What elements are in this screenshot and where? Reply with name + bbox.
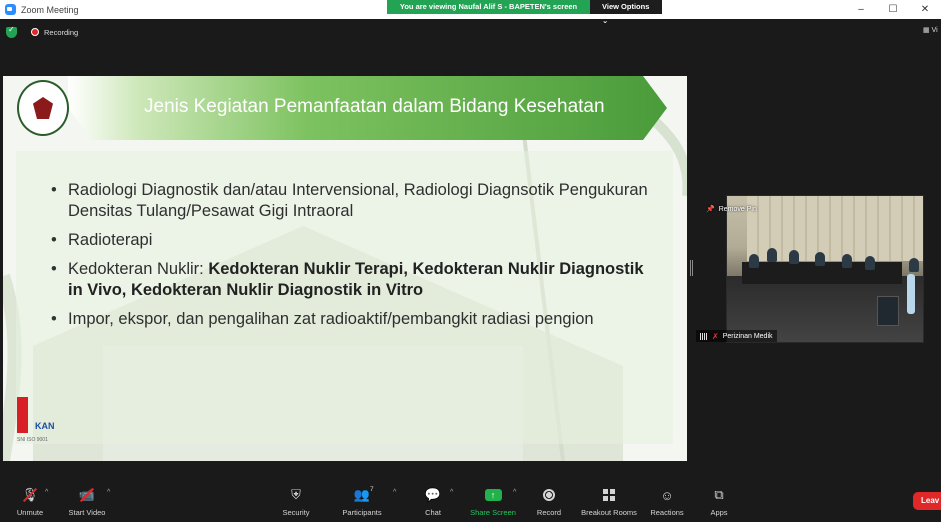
- bullet-text: Radiologi Diagnostik dan/atau Intervensi…: [68, 181, 648, 220]
- unmute-label: Unmute: [16, 508, 44, 517]
- minimize-icon[interactable]: –: [845, 0, 877, 19]
- pin-icon: 📌: [706, 206, 715, 213]
- view-button[interactable]: ▦ Vi: [923, 26, 941, 34]
- video-monitor: [877, 296, 899, 326]
- zoom-app-icon: [5, 4, 16, 15]
- bullet-item: Radiologi Diagnostik dan/atau Intervensi…: [51, 180, 651, 222]
- video-person: [789, 250, 799, 264]
- participants-caret-icon[interactable]: ^: [393, 489, 396, 496]
- security-shield-icon: ⛨: [291, 487, 301, 502]
- bullet-text: Impor, ekspor, dan pengalihan zat radioa…: [68, 310, 594, 328]
- leave-button[interactable]: Leav: [913, 492, 941, 510]
- participant-video-tile[interactable]: [726, 195, 924, 343]
- video-person: [842, 254, 852, 268]
- unmute-button[interactable]: 🎙 Unmute ^: [0, 487, 60, 521]
- meeting-status-row: Recording ▦ Vi: [0, 22, 941, 42]
- participants-label: Participants: [342, 508, 382, 517]
- signal-bars-icon: [700, 332, 708, 340]
- close-icon[interactable]: ✕: [909, 0, 941, 19]
- certification-logo: KAN SNI ISO 9001: [17, 397, 65, 457]
- security-button[interactable]: ⛨ Security: [266, 487, 326, 521]
- bullet-item: Radioterapi: [51, 230, 651, 251]
- breakout-rooms-label: Breakout Rooms: [581, 508, 637, 517]
- recording-dot-icon: [31, 28, 39, 36]
- video-camera-off-icon: 📹: [79, 487, 95, 503]
- audio-options-caret-icon[interactable]: ^: [45, 489, 48, 496]
- participant-name-bar: ✗ Perizinan Medik: [696, 330, 777, 342]
- view-label: Vi: [931, 27, 938, 34]
- participants-button[interactable]: 👥 7 Participants ^: [332, 486, 396, 521]
- chat-caret-icon[interactable]: ^: [450, 489, 453, 496]
- bullet-item: Impor, ekspor, dan pengalihan zat radioa…: [51, 309, 651, 330]
- view-grid-icon: ▦: [923, 27, 930, 34]
- reactions-label: Reactions: [650, 508, 684, 517]
- mic-muted-icon: ✗: [712, 331, 719, 341]
- apps-label: Apps: [710, 508, 728, 517]
- bapeten-logo: [17, 80, 69, 136]
- video-person: [909, 258, 919, 272]
- breakout-rooms-grid-icon: [603, 487, 615, 503]
- viewing-banner: You are viewing Naufal Alif S - BAPETEN'…: [387, 0, 662, 25]
- reactions-smiley-icon: ☺: [660, 487, 674, 503]
- apps-icon: ⧉: [714, 487, 724, 502]
- video-person: [749, 254, 759, 268]
- record-icon: [543, 487, 555, 503]
- chat-button[interactable]: 💬 Chat ^: [403, 487, 463, 521]
- window-title: Zoom Meeting: [21, 4, 79, 15]
- window-controls: – ☐ ✕: [845, 0, 941, 19]
- bullet-text: Radioterapi: [68, 231, 153, 249]
- cert-red-bar: [17, 397, 28, 433]
- bullet-item: Kedokteran Nuklir: Kedokteran Nuklir Ter…: [51, 259, 651, 301]
- start-video-label: Start Video: [68, 508, 106, 517]
- chat-bubble-icon: 💬: [424, 487, 442, 502]
- shared-screen-slide: Jenis Kegiatan Pemanfaatan dalam Bidang …: [3, 76, 687, 461]
- slide-bullet-list: Radiologi Diagnostik dan/atau Intervensi…: [51, 180, 651, 338]
- participants-count: 7: [370, 486, 374, 493]
- meeting-toolbar: 🎙 Unmute ^ 📹 Start Video ^ ⛨ Security 👥 …: [0, 482, 941, 522]
- apps-button[interactable]: ⧉ Apps: [689, 487, 749, 521]
- breakout-rooms-button[interactable]: Breakout Rooms: [579, 487, 639, 521]
- microphone-muted-icon: 🎙: [22, 487, 38, 503]
- video-person: [865, 256, 875, 270]
- share-screen-button[interactable]: ↑ Share Screen ^: [463, 487, 523, 521]
- start-video-button[interactable]: 📹 Start Video ^: [57, 487, 117, 521]
- video-person: [767, 248, 777, 262]
- record-button[interactable]: Record: [519, 487, 579, 521]
- view-options-button[interactable]: View Options ⌄: [590, 0, 662, 25]
- reactions-button[interactable]: ☺ Reactions: [637, 487, 697, 521]
- slide-title: Jenis Kegiatan Pemanfaatan dalam Bidang …: [144, 96, 605, 117]
- cert-small-text: SNI ISO 9001: [17, 437, 48, 443]
- recording-label: Recording: [44, 27, 79, 37]
- share-screen-arrow-icon: ↑: [484, 487, 502, 503]
- remove-pin-button[interactable]: 📌 Remove Pin: [706, 203, 757, 215]
- maximize-icon[interactable]: ☐: [877, 0, 909, 19]
- share-caret-icon[interactable]: ^: [513, 489, 516, 496]
- split-divider-handle[interactable]: [690, 260, 693, 276]
- cert-kan-label: KAN: [35, 421, 55, 431]
- participants-icon: 👥: [353, 487, 371, 502]
- encryption-shield-icon[interactable]: [6, 25, 17, 38]
- video-person: [815, 252, 825, 266]
- chat-label: Chat: [425, 508, 441, 517]
- viewing-message: You are viewing Naufal Alif S - BAPETEN'…: [387, 0, 590, 14]
- security-label: Security: [282, 508, 310, 517]
- bullet-prefix: Kedokteran Nuklir:: [68, 260, 209, 278]
- share-screen-label: Share Screen: [470, 508, 516, 517]
- participant-name: Perizinan Medik: [722, 332, 773, 340]
- video-water-bottles: [907, 274, 915, 314]
- remove-pin-label: Remove Pin: [718, 205, 757, 213]
- record-label: Record: [536, 508, 562, 517]
- video-options-caret-icon[interactable]: ^: [107, 489, 110, 496]
